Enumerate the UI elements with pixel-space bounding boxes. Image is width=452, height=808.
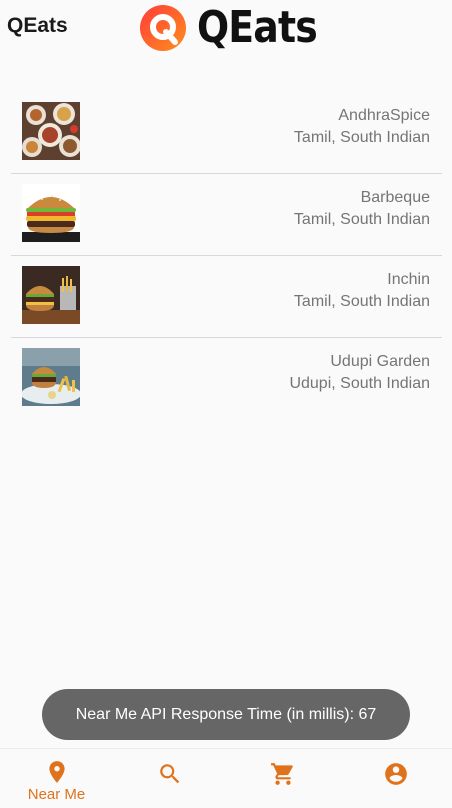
restaurant-image <box>22 266 80 324</box>
cart-icon <box>270 763 293 785</box>
nav-cart[interactable] <box>226 749 339 808</box>
restaurant-row[interactable]: Udupi Garden Udupi, South Indian <box>11 338 442 419</box>
restaurant-list: AndhraSpice Tamil, South Indian Barbeque… <box>11 92 442 419</box>
restaurant-image <box>22 102 80 160</box>
qeats-logo: QEats <box>139 3 336 53</box>
search-icon <box>159 764 179 784</box>
logo-text: QEats <box>197 2 318 53</box>
nav-near-me[interactable]: Near Me <box>0 749 113 808</box>
restaurant-name: Inchin <box>387 271 430 288</box>
bottom-navigation: Near Me <box>0 748 452 808</box>
app-title: QEats <box>7 14 68 37</box>
api-response-toast: Near Me API Response Time (in millis): 6… <box>42 689 410 740</box>
restaurant-row[interactable]: Inchin Tamil, South Indian <box>11 256 442 338</box>
nav-account[interactable] <box>339 749 452 808</box>
restaurant-name: Barbeque <box>360 189 430 206</box>
restaurant-cuisine: Tamil, South Indian <box>293 211 430 228</box>
location-pin-icon <box>48 761 65 783</box>
restaurant-cuisine: Udupi, South Indian <box>289 375 430 392</box>
restaurant-image <box>22 348 80 406</box>
restaurant-cuisine: Tamil, South Indian <box>293 129 430 146</box>
nav-search[interactable] <box>113 749 226 808</box>
restaurant-cuisine: Tamil, South Indian <box>293 293 430 310</box>
restaurant-image <box>22 184 80 242</box>
restaurant-name: Udupi Garden <box>330 353 430 370</box>
restaurant-row[interactable]: Barbeque Tamil, South Indian <box>11 174 442 256</box>
restaurant-row[interactable]: AndhraSpice Tamil, South Indian <box>11 92 442 174</box>
account-icon <box>384 763 407 785</box>
app-header: QEats QEats <box>0 0 452 60</box>
qeats-logo-icon <box>140 5 186 51</box>
restaurant-name: AndhraSpice <box>338 107 430 124</box>
nav-label-near-me: Near Me <box>27 786 86 803</box>
